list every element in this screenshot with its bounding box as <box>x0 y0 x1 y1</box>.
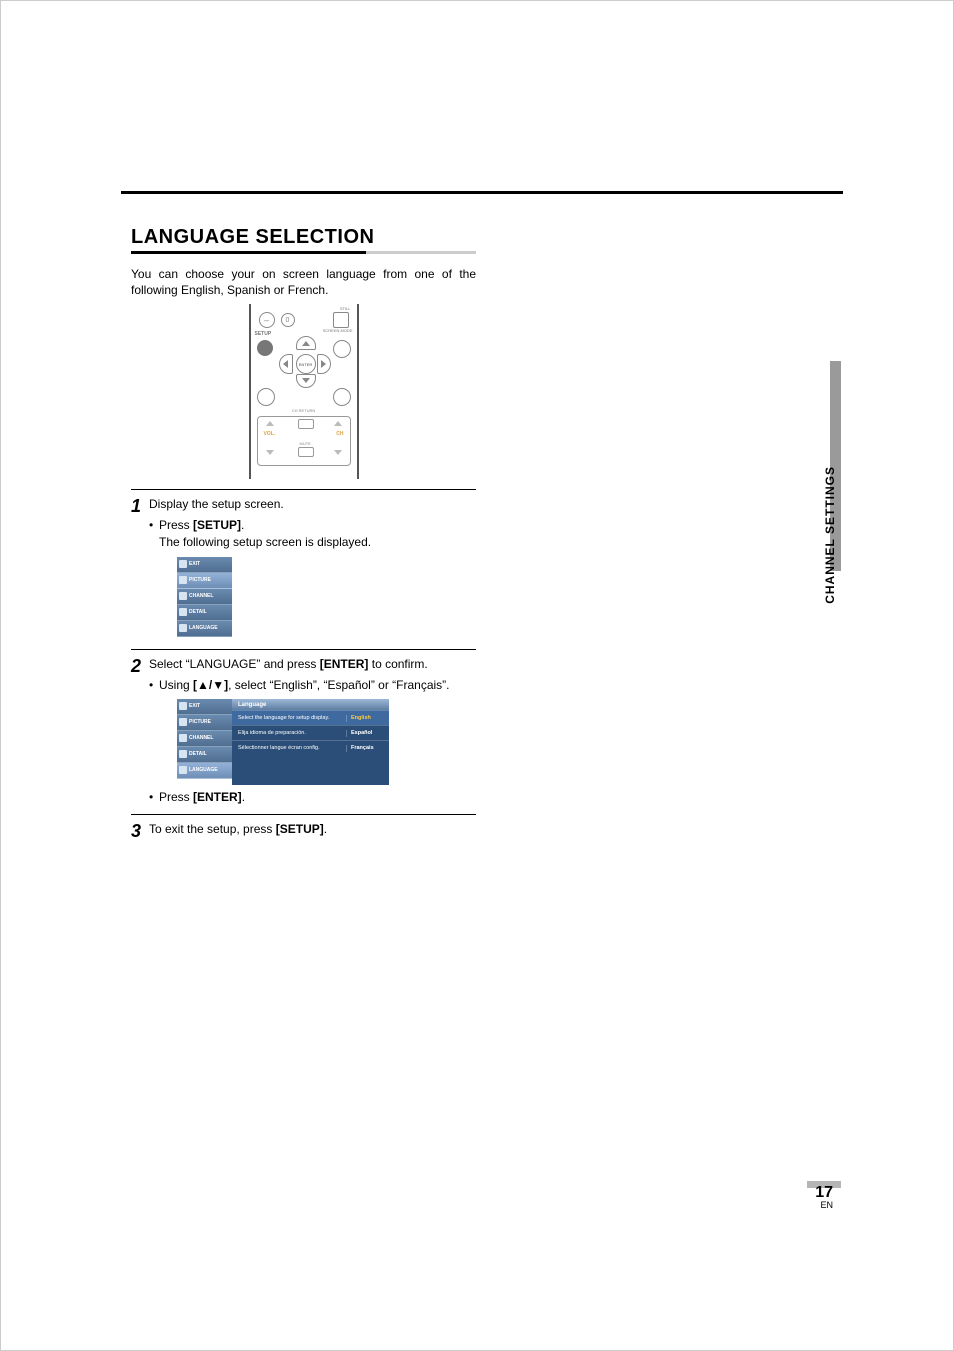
step-1: 1 Display the setup screen. Press [SETUP… <box>131 496 476 640</box>
label-vol: VOL. <box>264 431 276 437</box>
vol-down-icon <box>266 450 274 455</box>
menu-row-desc: Sélectionner langue écran config. <box>232 745 346 753</box>
side-section-label: CHANNEL SETTINGS <box>823 466 837 604</box>
ch-down-icon <box>334 450 342 455</box>
step-3-text-bold: [SETUP] <box>276 822 324 836</box>
menu-item-label: PICTURE <box>189 719 211 726</box>
step-2-bullet-bold: [▲/▼] <box>193 678 228 692</box>
language-menu-figure: EXIT PICTURE CHANNEL DETAIL LANGUAGE Lan… <box>177 699 389 785</box>
mute-button-icon <box>298 447 314 457</box>
page-number-suffix: EN <box>815 1200 833 1210</box>
language-icon <box>179 624 187 632</box>
rule <box>131 649 476 650</box>
step-1-bullet-prefix: Press <box>159 518 193 532</box>
step-2-num: 2 <box>131 656 149 806</box>
ch-return-button-icon <box>298 419 314 429</box>
menu-item-label: DETAIL <box>189 751 207 758</box>
minus-button-icon <box>259 312 275 328</box>
section-title: LANGUAGE SELECTION <box>131 226 476 249</box>
menu-item-label: LANGUAGE <box>189 767 218 774</box>
step-3-text-p1: To exit the setup, press <box>149 822 276 836</box>
setup-button-icon <box>257 340 273 356</box>
step-2-text-p1: Select “LANGUAGE” and press <box>149 657 320 671</box>
detail-icon <box>179 750 187 758</box>
menu-item-label: EXIT <box>189 703 200 710</box>
step-2-bullet2-suffix: . <box>242 790 245 804</box>
vol-up-icon <box>266 421 274 426</box>
step-2-bullet-suffix: , select “English”, “Español” or “França… <box>228 678 449 692</box>
step-3-text-p2: . <box>324 822 327 836</box>
ch-up-icon <box>334 421 342 426</box>
menu-item-label: PICTURE <box>189 577 211 584</box>
step-3-num: 3 <box>131 821 149 840</box>
setup-menu-small-figure: EXIT PICTURE CHANNEL DETAIL LANGUAGE <box>177 557 232 637</box>
step-1-num: 1 <box>131 496 149 640</box>
zero-button-icon <box>281 313 295 327</box>
rule <box>131 489 476 490</box>
step-2-text-bold: [ENTER] <box>320 657 369 671</box>
intro-text: You can choose your on screen language f… <box>131 266 476 298</box>
label-mute: MUTE <box>300 441 311 446</box>
enter-button-icon: ENTER <box>296 354 316 374</box>
step-2-text-p2: to confirm. <box>368 657 427 671</box>
menu-row-desc: Elija idioma de preparación. <box>232 730 346 738</box>
label-still: STILL <box>340 306 351 311</box>
title-underline <box>131 251 476 254</box>
menu-item-label: LANGUAGE <box>189 625 218 632</box>
info-button-icon <box>333 388 351 406</box>
menu-item-label: DETAIL <box>189 609 207 616</box>
step-2-bullet2-bold: [ENTER] <box>193 790 242 804</box>
step-2-bullet2-prefix: Press <box>159 790 193 804</box>
label-ch-return: CH RETURN <box>251 408 357 413</box>
picture-icon <box>179 576 187 584</box>
label-setup: SETUP <box>255 331 272 337</box>
menu-item-label: CHANNEL <box>189 735 213 742</box>
screen-mode-button-icon <box>333 340 351 358</box>
step-1-text: Display the setup screen. <box>149 497 284 511</box>
step-3: 3 To exit the setup, press [SETUP]. <box>131 821 476 840</box>
menu-row-value: Español <box>346 730 389 738</box>
dpad-right-icon <box>317 354 331 374</box>
still-button-icon <box>333 312 349 328</box>
menu-row-desc: Select the language for setup display. <box>232 715 346 723</box>
channel-icon <box>179 592 187 600</box>
step-2: 2 Select “LANGUAGE” and press [ENTER] to… <box>131 656 476 806</box>
dpad-left-icon <box>279 354 293 374</box>
picture-icon <box>179 718 187 726</box>
detail-icon <box>179 608 187 616</box>
step-1-bullet-bold: [SETUP] <box>193 518 241 532</box>
step-2-bullet-prefix: Using <box>159 678 193 692</box>
label-screen-mode: SCREEN MODE <box>323 328 353 333</box>
menu-panel-header: Language <box>232 699 389 710</box>
rule <box>131 814 476 815</box>
page-number-value: 17 <box>815 1184 833 1201</box>
dpad-down-icon <box>296 374 316 388</box>
menu-item-label: EXIT <box>189 561 200 568</box>
back-button-icon <box>257 388 275 406</box>
exit-icon <box>179 560 187 568</box>
dpad-up-icon <box>296 336 316 350</box>
menu-row-value: English <box>346 715 389 723</box>
top-rule <box>121 191 843 194</box>
step-1-sub: The following setup screen is displayed. <box>149 534 476 551</box>
page-number: 17 EN <box>815 1184 833 1210</box>
dpad-icon: ENTER <box>279 336 331 388</box>
label-ch: CH <box>336 431 343 437</box>
menu-item-label: CHANNEL <box>189 593 213 600</box>
channel-icon <box>179 734 187 742</box>
remote-figure: STILL SETUP SCREEN MODE ENTER CH RETURN … <box>249 304 359 479</box>
step-1-bullet-suffix: . <box>241 518 244 532</box>
language-icon <box>179 766 187 774</box>
menu-row-value: Français <box>346 745 389 753</box>
exit-icon <box>179 702 187 710</box>
